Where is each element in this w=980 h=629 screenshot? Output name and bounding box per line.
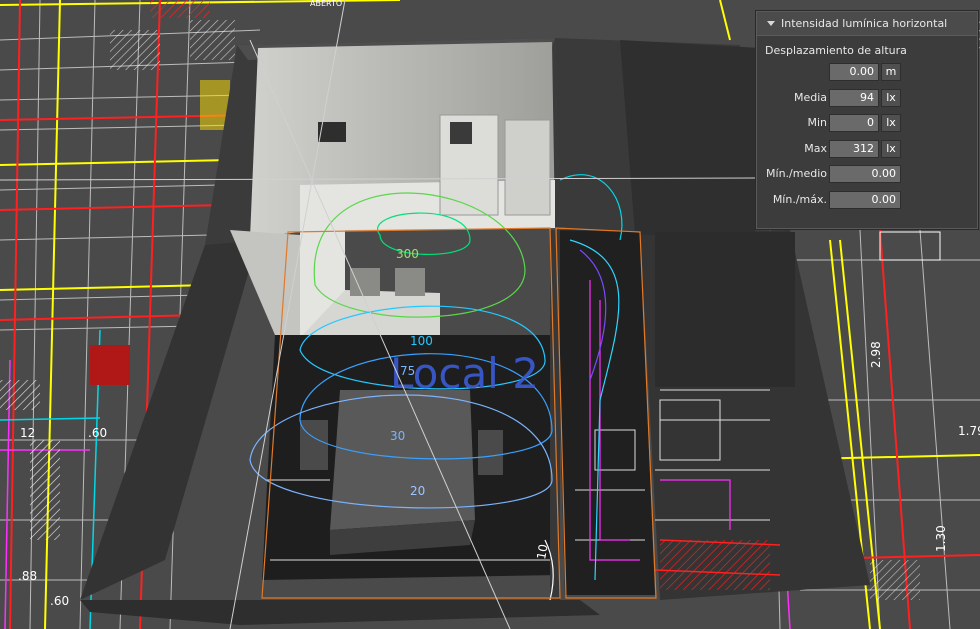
stat-value: 0 — [829, 114, 879, 132]
stat-row-min: Min 0 lx — [757, 113, 977, 133]
stat-label: Mín./máx. — [772, 193, 827, 206]
dim-label: 12 — [20, 426, 35, 440]
contour-label-20: 20 — [410, 484, 425, 498]
dim-label: .88 — [18, 569, 37, 583]
illuminance-properties-panel: Intensidad lumínica horizontal Desplazam… — [756, 11, 978, 229]
stat-unit: lx — [881, 140, 901, 158]
dim-label: .60 — [50, 594, 69, 608]
stat-value: 0.00 — [829, 165, 901, 183]
stat-row-min-medio: Mín./medio 0.00 — [757, 164, 977, 184]
stat-unit: lx — [881, 114, 901, 132]
floor-cad-red — [654, 539, 781, 590]
height-offset-row: 0.00 m — [757, 62, 977, 82]
dim-label: .60 — [88, 426, 107, 440]
stat-value: 94 — [829, 89, 879, 107]
stat-value: 312 — [829, 140, 879, 158]
contour-label-100: 100 — [410, 334, 433, 348]
dim-label: 2.98 — [869, 341, 883, 368]
room-label[interactable]: Local 2 — [390, 349, 539, 398]
height-offset-label: Desplazamiento de altura — [765, 44, 907, 57]
dim-label: 1.79 — [958, 424, 980, 438]
stat-label: Max — [804, 142, 827, 155]
contour-label-30: 30 — [390, 429, 405, 443]
stat-label: Media — [793, 91, 827, 104]
stat-label: Min — [807, 116, 827, 129]
panel-header[interactable]: Intensidad lumínica horizontal — [757, 12, 977, 36]
contour-label-10: 10 — [534, 543, 550, 560]
dim-label: 1.30 — [934, 525, 948, 552]
height-unit: m — [881, 63, 901, 81]
stat-row-min-max: Mín./máx. 0.00 — [757, 190, 977, 210]
panel-title: Intensidad lumínica horizontal — [781, 17, 948, 30]
height-offset-input[interactable]: 0.00 — [829, 63, 879, 81]
stat-label: Mín./medio — [766, 167, 827, 180]
chevron-down-icon[interactable] — [767, 21, 775, 26]
stat-row-media: Media 94 lx — [757, 88, 977, 108]
stat-value: 0.00 — [829, 191, 901, 209]
contour-label-300: 300 — [396, 247, 419, 261]
dim-label: ABERTO — [310, 0, 342, 8]
stat-unit: lx — [881, 89, 901, 107]
stat-row-max: Max 312 lx — [757, 139, 977, 159]
